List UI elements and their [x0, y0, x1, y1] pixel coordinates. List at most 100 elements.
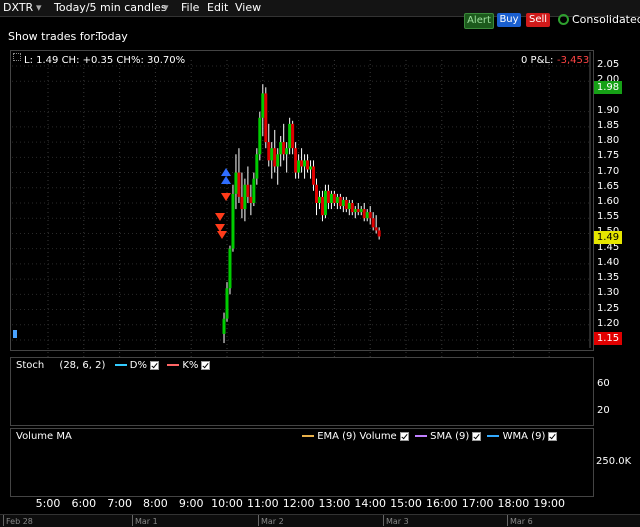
- price-tick-label: 1.55: [597, 211, 620, 223]
- price-tick-label: 1.75: [597, 150, 620, 162]
- candle-body: [341, 199, 345, 207]
- candle-body: [326, 190, 330, 203]
- date-separator: [258, 515, 259, 526]
- date-tick-label: Feb 28: [6, 517, 33, 526]
- candle-body: [356, 209, 360, 213]
- date-strip[interactable]: [0, 514, 640, 527]
- candle-body: [267, 142, 271, 161]
- ema-swatch: [302, 435, 314, 437]
- candle-body: [323, 190, 327, 216]
- volume-label: Volume: [359, 431, 397, 442]
- time-tick-label: 14:00: [354, 497, 387, 510]
- time-tick-label: 19:00: [533, 497, 566, 510]
- candle-body: [234, 172, 238, 194]
- price-tick-label: 1.20: [597, 317, 620, 329]
- k-line-swatch: [167, 364, 180, 366]
- time-tick-label: 9:00: [178, 497, 204, 510]
- k-checkbox[interactable]: [201, 360, 211, 370]
- candle-body: [282, 142, 286, 155]
- candle-body: [309, 166, 313, 170]
- candle-body: [317, 196, 321, 203]
- candle-body: [258, 117, 262, 155]
- high-price-marker: 1.98: [594, 81, 622, 94]
- d-checkbox[interactable]: [149, 360, 159, 370]
- low-price-marker: 1.15: [594, 332, 622, 345]
- buy-arrow-icon: [221, 176, 231, 184]
- time-tick-label: 18:00: [497, 497, 530, 510]
- candle-body: [329, 193, 333, 203]
- candle-body: [252, 178, 256, 203]
- date-tick-label: Mar 2: [261, 517, 284, 526]
- stoch-params: (28, 6, 2): [59, 360, 106, 371]
- date-tick-label: Mar 6: [510, 517, 533, 526]
- candle-body: [273, 148, 277, 167]
- candle-body: [279, 142, 283, 155]
- candle-body: [371, 218, 375, 228]
- volume-checkbox[interactable]: [399, 431, 409, 441]
- time-tick-label: 11:00: [246, 497, 279, 510]
- buy-arrow-icon: [221, 168, 231, 176]
- time-tick-label: 15:00: [390, 497, 422, 510]
- candle-body: [306, 160, 310, 170]
- wma-label: WMA (9): [502, 431, 546, 442]
- date-tick-label: Mar 1: [135, 517, 158, 526]
- candle-body: [362, 209, 366, 219]
- candle-body: [222, 318, 226, 334]
- stoch-title: Stoch: [16, 360, 45, 371]
- price-tick-label: 1.65: [597, 180, 620, 192]
- time-tick-label: 8:00: [143, 497, 168, 510]
- time-tick-label: 7:00: [107, 497, 132, 510]
- candle-body: [315, 184, 318, 203]
- sell-arrow-icon: [215, 213, 225, 221]
- price-tick-label: 1.40: [597, 256, 620, 268]
- candle-body: [347, 203, 351, 210]
- sell-arrow-icon: [215, 224, 225, 232]
- volume-legend: EMA (9) Volume SMA (9) WMA (9): [302, 431, 560, 442]
- volume-tick: 250.0K: [596, 456, 632, 467]
- price-tick-label: 1.25: [597, 302, 620, 314]
- candle-body: [344, 199, 348, 210]
- candle-body: [264, 93, 268, 143]
- candle-body: [288, 123, 292, 149]
- k-label: K%: [182, 360, 199, 371]
- candle-body: [297, 160, 301, 173]
- date-separator: [132, 515, 133, 526]
- time-tick-label: 5:00: [35, 497, 61, 510]
- d-line-swatch: [114, 364, 127, 366]
- date-separator: [507, 515, 508, 526]
- candle-body: [377, 230, 381, 237]
- last-price-marker: 1.49: [594, 231, 622, 244]
- time-tick-label: 12:00: [282, 497, 315, 510]
- price-tick-label: 2.05: [597, 59, 620, 70]
- candle-body: [294, 148, 298, 173]
- candle-body: [359, 209, 363, 213]
- time-tick-label: 16:00: [425, 497, 458, 510]
- candle-body: [312, 166, 316, 185]
- time-tick-label: 6:00: [71, 497, 97, 510]
- price-tick-label: 1.80: [597, 135, 620, 147]
- candle-body: [285, 148, 289, 155]
- sma-checkbox[interactable]: [472, 431, 482, 441]
- price-tick-label: 1.90: [597, 104, 620, 116]
- volume-title: Volume MA: [16, 431, 72, 442]
- candle-body: [276, 154, 280, 167]
- candle-body: [255, 154, 259, 179]
- price-tick-label: 1.70: [597, 165, 620, 177]
- candle-body: [368, 212, 372, 219]
- candle-body: [335, 196, 339, 203]
- candle-body: [240, 196, 244, 210]
- wma-checkbox[interactable]: [548, 431, 558, 441]
- candle-body: [237, 172, 241, 197]
- candle-body: [374, 227, 378, 231]
- candle-body: [261, 93, 265, 118]
- time-tick-label: 10:00: [211, 497, 243, 510]
- candle-body: [243, 184, 247, 210]
- price-tick-label: 1.30: [597, 287, 620, 299]
- candle-body: [338, 196, 342, 207]
- candle-body: [320, 196, 324, 216]
- open-marker: [13, 330, 17, 338]
- candle-body: [350, 203, 354, 213]
- candle-body: [353, 209, 357, 213]
- date-separator: [383, 515, 384, 526]
- sell-arrow-icon: [221, 193, 231, 201]
